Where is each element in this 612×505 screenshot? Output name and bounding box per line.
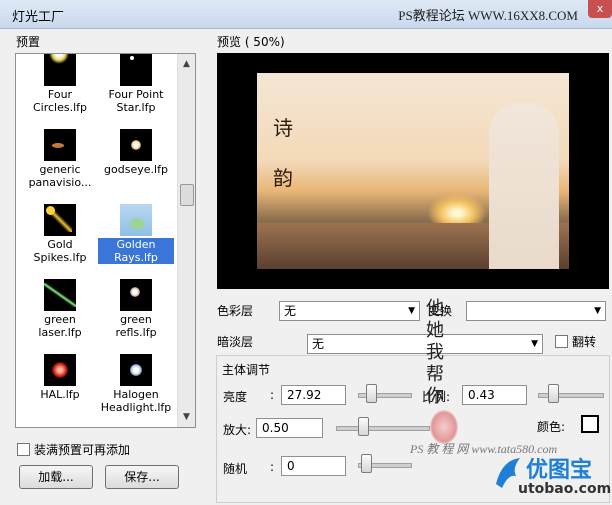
random-label: 随机 xyxy=(223,462,248,476)
handwritten-overlay: 他 她 我 帮 你 xyxy=(426,298,444,407)
site-watermark: PS教程论坛 WWW.16XX8.COM xyxy=(398,8,578,23)
fade-layer-value: 无 xyxy=(312,337,325,351)
load-button[interactable]: 加载... xyxy=(19,465,93,489)
preset-list[interactable]: Four Circles.lfp Four Point Star.lfp gen… xyxy=(15,53,196,428)
preset-tile[interactable]: green laser.lfp xyxy=(22,279,98,339)
window-title: 灯光工厂 xyxy=(12,10,65,25)
fill-presets-checkbox[interactable] xyxy=(17,443,30,456)
chevron-down-icon: ▼ xyxy=(594,306,601,316)
color-layer-value: 无 xyxy=(284,304,297,318)
presets-label: 预置 xyxy=(16,35,41,49)
brand-url: utobao.com xyxy=(518,481,612,497)
brightness-label: 亮度 xyxy=(223,390,248,404)
preset-name: godseye.lfp xyxy=(104,163,168,176)
color-label: 颜色: xyxy=(537,420,566,434)
fill-presets-option[interactable]: 装满预置可再添加 xyxy=(17,441,130,458)
preset-name: green refls.lfp xyxy=(115,313,157,339)
transform-select[interactable]: ▼ xyxy=(466,301,606,321)
brand-name: 优图宝 xyxy=(526,458,593,483)
preset-name: Golden Rays.lfp xyxy=(98,238,174,264)
generic-panavision-thumbnail xyxy=(44,129,76,161)
color-layer-label: 色彩层 xyxy=(217,304,254,318)
fade-layer-label: 暗淡层 xyxy=(217,335,254,349)
preset-name: green laser.lfp xyxy=(38,313,82,339)
preset-tile[interactable]: Gold Spikes.lfp xyxy=(22,204,98,264)
random-input[interactable]: 0 xyxy=(281,456,346,476)
gold-spikes-thumbnail xyxy=(44,204,76,236)
golden-rays-thumbnail xyxy=(120,204,152,236)
preset-tile[interactable]: generic panavisio... xyxy=(22,129,98,189)
poem-title: 诗 韵 xyxy=(273,116,293,190)
random-slider-handle[interactable] xyxy=(361,454,372,473)
hal-thumbnail xyxy=(44,354,76,386)
fill-presets-label: 装满预置可再添加 xyxy=(34,443,131,457)
scale-input[interactable]: 0.43 xyxy=(462,385,527,405)
scroll-down-icon[interactable]: ▼ xyxy=(179,409,194,425)
preset-name: HAL.lfp xyxy=(40,388,80,401)
preview-label: 预览 ( 50%) xyxy=(217,35,285,49)
four-circles-thumbnail xyxy=(44,54,76,86)
zoom-slider-track[interactable] xyxy=(336,426,430,431)
chevron-down-icon: ▼ xyxy=(408,306,415,316)
preset-tile-selected[interactable]: Golden Rays.lfp xyxy=(98,204,174,264)
preset-tile[interactable]: Halogen Headlight.lfp xyxy=(98,354,174,414)
brand-logo: 优图宝 utobao.com xyxy=(494,450,611,502)
four-point-star-thumbnail xyxy=(120,54,152,86)
scroll-up-icon[interactable]: ▲ xyxy=(179,56,194,72)
figure-silhouette xyxy=(489,103,559,269)
brightness-slider-handle[interactable] xyxy=(366,384,377,403)
scroll-thumb[interactable] xyxy=(180,184,194,206)
preset-tile[interactable]: Four Point Star.lfp xyxy=(98,54,174,114)
flip-label: 翻转 xyxy=(572,335,597,349)
green-refls-thumbnail xyxy=(120,279,152,311)
zoom-slider-handle[interactable] xyxy=(358,417,369,436)
close-button[interactable]: x xyxy=(588,0,612,18)
preset-tile[interactable]: Four Circles.lfp xyxy=(22,54,98,114)
preset-name: Four Point Star.lfp xyxy=(108,88,164,114)
preset-tile[interactable]: HAL.lfp xyxy=(22,354,98,401)
zoom-label: 放大: xyxy=(223,423,252,437)
preset-name: generic panavisio... xyxy=(28,163,92,189)
preview-frame: 诗 韵 xyxy=(217,53,609,289)
preset-name: Gold Spikes.lfp xyxy=(33,238,87,264)
preset-name: Four Circles.lfp xyxy=(32,88,88,114)
random-colon: : xyxy=(270,460,275,474)
preset-tile[interactable]: green refls.lfp xyxy=(98,279,174,339)
color-swatch[interactable] xyxy=(581,415,599,433)
main-adjust-label: 主体调节 xyxy=(222,363,271,377)
halogen-headlight-thumbnail xyxy=(120,354,152,386)
preset-name: Halogen Headlight.lfp xyxy=(100,388,172,414)
godseye-thumbnail xyxy=(120,129,152,161)
preset-scrollbar[interactable]: ▲ ▼ xyxy=(177,54,195,427)
scale-slider-handle[interactable] xyxy=(548,384,559,403)
preset-tile[interactable]: godseye.lfp xyxy=(98,129,174,176)
brightness-input[interactable]: 27.92 xyxy=(281,385,346,405)
chevron-down-icon: ▼ xyxy=(531,339,538,349)
brightness-colon: : xyxy=(270,388,275,402)
save-button[interactable]: 保存... xyxy=(105,465,179,489)
green-laser-thumbnail xyxy=(44,279,76,311)
flip-checkbox[interactable] xyxy=(555,335,568,348)
zoom-input[interactable]: 0.50 xyxy=(256,418,323,438)
red-seal-stamp xyxy=(430,410,458,444)
flip-option[interactable]: 翻转 xyxy=(555,333,596,350)
preview-image: 诗 韵 xyxy=(257,73,569,269)
title-bar: 灯光工厂 PS教程论坛 WWW.16XX8.COM x xyxy=(0,0,612,29)
color-layer-select[interactable]: 无 ▼ xyxy=(279,301,420,321)
